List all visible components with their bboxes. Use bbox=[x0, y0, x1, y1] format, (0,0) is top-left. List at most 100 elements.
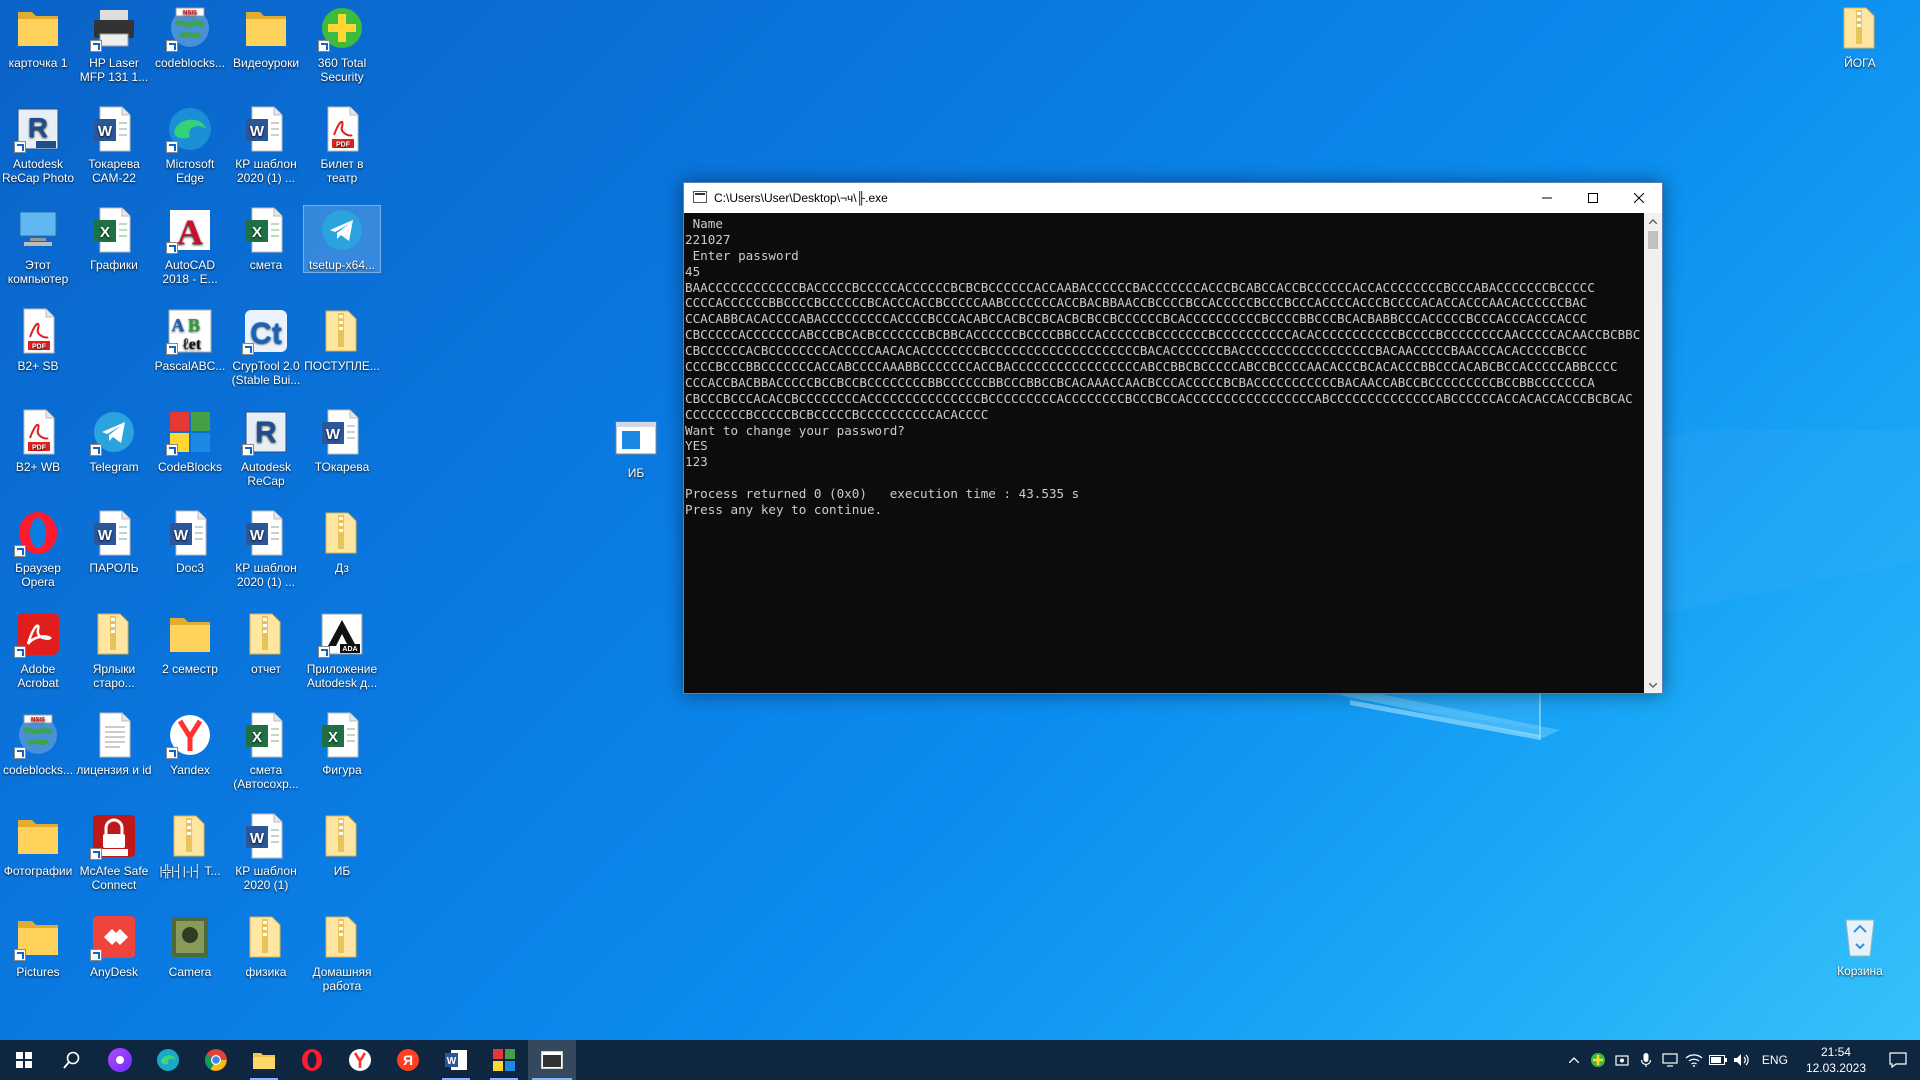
desktop-icon[interactable]: A Bℓet PascalABC... bbox=[152, 307, 228, 373]
console-titlebar[interactable]: C:\Users\User\Desktop\¬ч\╟.exe bbox=[684, 183, 1662, 213]
tray-wifi-icon[interactable] bbox=[1682, 1040, 1706, 1080]
desktop-icon[interactable]: Фотографии bbox=[0, 812, 76, 878]
tray-battery-icon[interactable] bbox=[1706, 1040, 1730, 1080]
system-tray: ENG 21:54 12.03.2023 bbox=[1562, 1040, 1920, 1080]
yandex-browser-taskbar[interactable]: Я bbox=[384, 1040, 432, 1080]
desktop-icon[interactable]: Этот компьютер bbox=[0, 206, 76, 286]
word-taskbar[interactable]: W bbox=[432, 1040, 480, 1080]
notifications-button[interactable] bbox=[1876, 1040, 1920, 1080]
desktop-icon[interactable]: Ct CrypTool 2.0 (Stable Bui... bbox=[228, 307, 304, 387]
zip-folder-icon bbox=[1836, 4, 1884, 52]
search-button[interactable] bbox=[48, 1040, 96, 1080]
desktop-icon[interactable]: W ПАРОЛЬ bbox=[76, 509, 152, 575]
console-line: CBCCCBCCCACACCBCCCCCCCCACCCCCCCCCCCCCCCB… bbox=[685, 390, 1633, 406]
desktop-icon[interactable]: Adobe Acrobat bbox=[0, 610, 76, 690]
zip-folder-icon bbox=[242, 610, 290, 658]
desktop-icon[interactable]: W ТОкарева bbox=[304, 408, 380, 474]
desktop-icon-label: ПАРОЛЬ bbox=[89, 561, 139, 575]
desktop-icon[interactable]: NSIS codeblocks... bbox=[0, 711, 76, 777]
chrome-taskbar[interactable] bbox=[192, 1040, 240, 1080]
desktop-icon[interactable]: NSIS codeblocks... bbox=[152, 4, 228, 70]
desktop-icon[interactable]: лицензия и id bbox=[76, 711, 152, 777]
desktop-icon[interactable]: AnyDesk bbox=[76, 913, 152, 979]
clock[interactable]: 21:54 12.03.2023 bbox=[1796, 1044, 1876, 1076]
desktop-icon[interactable]: McAfee Safe Connect bbox=[76, 812, 152, 892]
language-indicator[interactable]: ENG bbox=[1754, 1053, 1796, 1067]
desktop-icon[interactable]: 360 Total Security bbox=[304, 4, 380, 84]
cryptool-icon: Ct bbox=[242, 307, 290, 355]
desktop-icon[interactable]: W КР шаблон 2020 (1) bbox=[228, 812, 304, 892]
tray-mic-icon[interactable] bbox=[1634, 1040, 1658, 1080]
desktop-icon[interactable]: Корзина bbox=[1822, 912, 1898, 978]
desktop-icon[interactable]: PDF В2+ WB bbox=[0, 408, 76, 474]
start-button[interactable] bbox=[0, 1040, 48, 1080]
desktop-icon[interactable]: Telegram bbox=[76, 408, 152, 474]
shortcut-arrow-icon bbox=[242, 343, 254, 355]
chevron-up-icon bbox=[1649, 218, 1657, 224]
tray-overflow-button[interactable] bbox=[1562, 1040, 1586, 1080]
console-window[interactable]: C:\Users\User\Desktop\¬ч\╟.exe Name 22102… bbox=[683, 182, 1663, 694]
desktop-icon[interactable]: Ярлыки старо... bbox=[76, 610, 152, 690]
desktop-icon[interactable]: R Autodesk ReCap bbox=[228, 408, 304, 488]
desktop-icon[interactable]: Microsoft Edge bbox=[152, 105, 228, 185]
desktop-icon[interactable]: отчет bbox=[228, 610, 304, 676]
svg-text:W: W bbox=[250, 527, 265, 544]
desktop-icon[interactable]: tsetup-x64... bbox=[303, 205, 381, 273]
alice-button[interactable] bbox=[96, 1040, 144, 1080]
desktop-icon[interactable]: CodeBlocks bbox=[152, 408, 228, 474]
minimize-button[interactable] bbox=[1524, 183, 1570, 213]
desktop-icon[interactable]: PDF В2+ SB bbox=[0, 307, 76, 373]
desktop-icon[interactable]: |╬|┤|-|┤ T... bbox=[152, 812, 228, 878]
desktop-icon[interactable]: 2 семестр bbox=[152, 610, 228, 676]
chrome-icon bbox=[205, 1049, 227, 1071]
desktop-icon[interactable]: A AutoCAD 2018 - Е... bbox=[152, 206, 228, 286]
desktop-icon[interactable]: ЙОГА bbox=[1822, 4, 1898, 70]
zip-folder-icon bbox=[318, 812, 366, 860]
desktop-icon[interactable]: Camera bbox=[152, 913, 228, 979]
desktop-icon[interactable]: Pictures bbox=[0, 913, 76, 979]
desktop-icon[interactable]: Yandex bbox=[152, 711, 228, 777]
desktop-icon[interactable]: HP Laser MFP 131 1... bbox=[76, 4, 152, 84]
console-taskbar[interactable] bbox=[528, 1040, 576, 1080]
scrollbar-thumb[interactable] bbox=[1648, 231, 1658, 249]
desktop-icon[interactable]: карточка 1 bbox=[0, 4, 76, 70]
desktop-icon[interactable]: W Токарева САМ-22 bbox=[76, 105, 152, 185]
desktop-icon[interactable]: R Autodesk ReCap Photo bbox=[0, 105, 76, 185]
desktop-icon[interactable]: ADA Приложение Autodesk д... bbox=[304, 610, 380, 690]
yandex-browser-icon: Я bbox=[397, 1049, 419, 1071]
desktop-icon[interactable]: Домашняя работа bbox=[304, 913, 380, 993]
desktop-icon[interactable]: ПОСТУПЛЕ... bbox=[304, 307, 380, 373]
desktop-icon[interactable]: W Doc3 bbox=[152, 509, 228, 575]
scroll-down-button[interactable] bbox=[1644, 677, 1662, 693]
console-output[interactable]: Name 221027 Enter password 45 BAACCCCCCCCCC… bbox=[684, 213, 1644, 693]
explorer-taskbar[interactable] bbox=[240, 1040, 288, 1080]
alice-icon bbox=[108, 1048, 132, 1072]
desktop-icon[interactable]: W КР шаблон 2020 (1) ... bbox=[228, 105, 304, 185]
codeblocks-taskbar[interactable] bbox=[480, 1040, 528, 1080]
globe-icon: NSIS bbox=[166, 4, 214, 52]
desktop-icon[interactable]: ИБ bbox=[598, 414, 674, 480]
desktop-icon[interactable]: Xсмета bbox=[228, 206, 304, 272]
desktop-icon[interactable]: физика bbox=[228, 913, 304, 979]
tray-meet-icon[interactable] bbox=[1610, 1040, 1634, 1080]
desktop-icon[interactable]: Дз bbox=[304, 509, 380, 575]
edge-taskbar[interactable] bbox=[144, 1040, 192, 1080]
close-button[interactable] bbox=[1616, 183, 1662, 213]
desktop-icon[interactable]: X Фигура bbox=[304, 711, 380, 777]
desktop-icon[interactable]: ИБ bbox=[304, 812, 380, 878]
desktop-icon[interactable]: PDF Билет в театр bbox=[304, 105, 380, 185]
desktop-icon[interactable]: W КР шаблон 2020 (1) ... bbox=[228, 509, 304, 589]
yandex-taskbar[interactable] bbox=[336, 1040, 384, 1080]
scroll-up-button[interactable] bbox=[1644, 213, 1662, 229]
desktop-icon[interactable]: Xсмета (Автосохр... bbox=[228, 711, 304, 791]
desktop-icon[interactable]: X Графики bbox=[76, 206, 152, 272]
desktop-icon[interactable]: Видеоуроки bbox=[228, 4, 304, 70]
console-scrollbar[interactable] bbox=[1644, 213, 1662, 693]
opera-taskbar[interactable] bbox=[288, 1040, 336, 1080]
tray-display-icon[interactable] bbox=[1658, 1040, 1682, 1080]
maximize-button[interactable] bbox=[1570, 183, 1616, 213]
tray-volume-icon[interactable] bbox=[1730, 1040, 1754, 1080]
svg-text:ADA: ADA bbox=[342, 646, 357, 653]
tray-360-icon[interactable] bbox=[1586, 1040, 1610, 1080]
desktop-icon[interactable]: Браузер Opera bbox=[0, 509, 76, 589]
